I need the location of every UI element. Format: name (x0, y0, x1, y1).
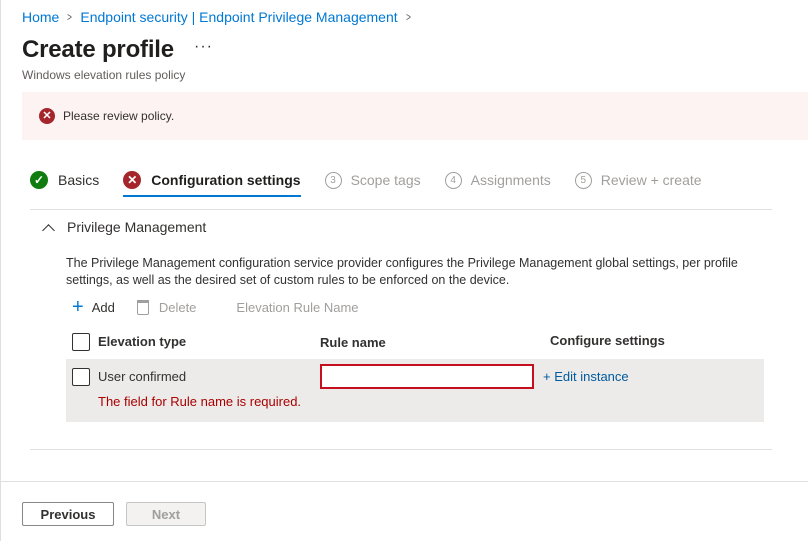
delete-button[interactable]: Delete (136, 299, 197, 315)
chevron-right-icon: > (67, 10, 73, 24)
tab-review-create[interactable]: 5 Review + create (574, 168, 702, 192)
section-description: The Privilege Management configuration s… (66, 256, 738, 287)
add-button[interactable]: + Add (72, 297, 115, 317)
tab-label: Configuration settings (151, 172, 301, 188)
trash-icon (136, 299, 149, 315)
rule-name-input[interactable] (320, 364, 534, 389)
column-header-configure-settings: Configure settings (550, 333, 665, 348)
page-subtitle: Windows elevation rules policy (22, 68, 186, 82)
chevron-right-icon: > (405, 10, 411, 24)
next-button[interactable]: Next (126, 502, 206, 526)
checkmark-circle-icon: ✓ (30, 171, 48, 189)
divider (30, 209, 772, 210)
previous-button[interactable]: Previous (22, 502, 114, 526)
column-hint-label: Elevation Rule Name (236, 299, 359, 315)
tab-label: Scope tags (350, 172, 421, 188)
edit-instance-link[interactable]: + Edit instance (543, 369, 629, 384)
more-options-button[interactable]: ··· (194, 38, 213, 56)
row-elevation-type: User confirmed (98, 369, 187, 384)
delete-label: Delete (158, 299, 197, 315)
wizard-tabs: ✓ Basics ✕ Configuration settings 3 Scop… (30, 168, 726, 198)
column-header-rule-name: Rule name (320, 335, 386, 350)
select-all-checkbox[interactable] (72, 333, 90, 351)
plus-icon: + (72, 296, 84, 318)
tab-scope-tags[interactable]: 3 Scope tags (324, 168, 421, 192)
tab-label: Review + create (600, 172, 702, 188)
tab-label: Basics (58, 172, 100, 188)
chevron-up-icon (42, 223, 55, 237)
tab-assignments[interactable]: 4 Assignments (444, 168, 551, 192)
step-number-icon: 3 (324, 171, 342, 189)
error-banner: ✕ Please review policy. (22, 92, 808, 140)
section-header-privilege-management[interactable]: Privilege Management (40, 219, 207, 237)
toolbar: + Add Delete Elevation Rule Name (72, 297, 381, 317)
step-number-icon: 4 (444, 171, 462, 189)
row-checkbox[interactable] (72, 368, 90, 386)
section-title: Privilege Management (67, 219, 207, 235)
rule-name-error-message: The field for Rule name is required. (98, 394, 302, 409)
page-title: Create profile (22, 36, 174, 63)
tab-label: Assignments (470, 172, 551, 188)
column-hint: Elevation Rule Name (236, 300, 358, 315)
breadcrumb-endpoint-security[interactable]: Endpoint security | Endpoint Privilege M… (80, 9, 397, 25)
add-label: Add (91, 299, 115, 315)
tab-configuration-settings[interactable]: ✕ Configuration settings (123, 168, 301, 197)
breadcrumb: Home > Endpoint security | Endpoint Priv… (22, 9, 419, 25)
banner-message: Please review policy. (63, 109, 175, 123)
footer-divider (0, 481, 808, 482)
step-number-icon: 5 (574, 171, 592, 189)
tab-basics[interactable]: ✓ Basics (30, 168, 99, 192)
breadcrumb-home[interactable]: Home (22, 9, 59, 25)
divider (30, 449, 772, 450)
column-header-elevation-type: Elevation type (98, 334, 187, 349)
error-circle-icon: ✕ (123, 171, 142, 189)
error-circle-icon: ✕ (39, 108, 55, 124)
